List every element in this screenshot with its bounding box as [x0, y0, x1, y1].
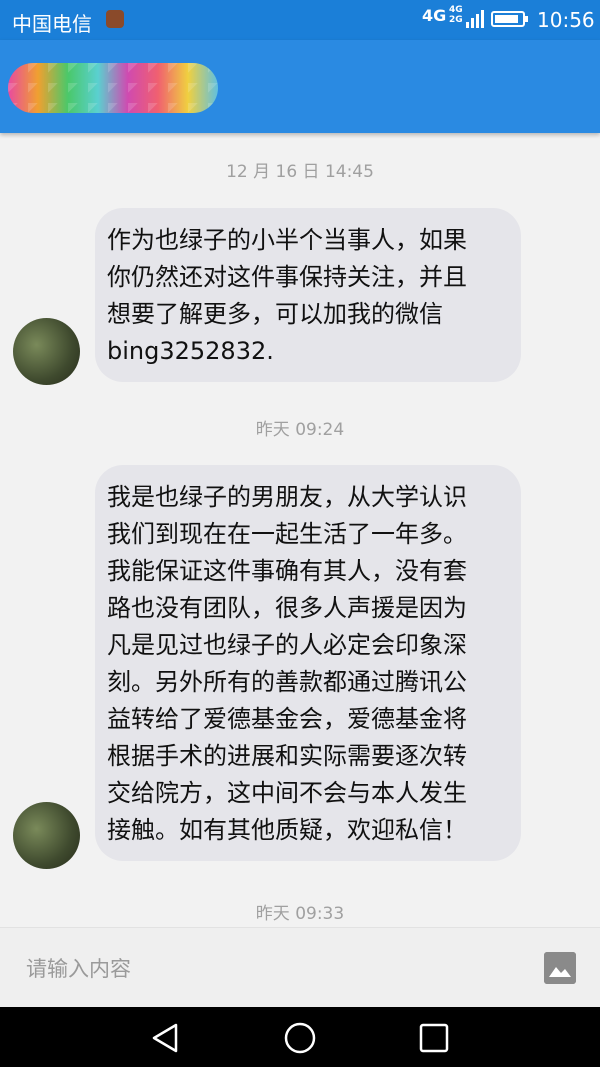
message-line: 我能保证这件事确有其人，没有套	[107, 557, 467, 585]
message-bubble[interactable]: 作为也绿子的小半个当事人，如果 你仍然还对这件事保持关注，并且 想要了解更多，可…	[95, 208, 521, 382]
message-line: 接触。如有其他质疑，欢迎私信！	[107, 816, 467, 844]
image-icon[interactable]	[544, 952, 576, 984]
message-line: 益转给了爱德基金会，爱德基金将	[107, 705, 467, 733]
compose-bar	[0, 927, 600, 1008]
chat-thread[interactable]: 12 月 16 日 14:45 作为也绿子的小半个当事人，如果 你仍然还对这件事…	[0, 133, 600, 927]
message-timestamp: 12 月 16 日 14:45	[226, 162, 374, 182]
sender-avatar[interactable]	[13, 802, 80, 869]
message-line: 我们到现在在一起生活了一年多。	[107, 520, 467, 548]
network-type-secondary-2: 2G	[449, 15, 463, 25]
message-timestamp: 昨天 09:33	[255, 904, 345, 924]
network-type: 4G	[422, 6, 447, 25]
clock: 10:56	[537, 8, 595, 32]
sender-avatar[interactable]	[13, 318, 80, 385]
message-line: 想要了解更多，可以加我的微信	[107, 300, 443, 328]
message-bubble[interactable]: 我是也绿子的男朋友，从大学认识 我们到现在在一起生活了一年多。 我能保证这件事确…	[95, 465, 521, 861]
message-line: 凡是见过也绿子的人必定会印象深	[107, 631, 467, 659]
network-type-secondary-1: 4G	[449, 5, 463, 15]
message-line: 我是也绿子的男朋友，从大学认识	[107, 483, 467, 511]
message-line: 作为也绿子的小半个当事人，如果	[107, 226, 467, 254]
signal-icon	[466, 10, 484, 28]
navigation-bar	[0, 1007, 600, 1067]
recents-icon[interactable]	[417, 1021, 451, 1055]
message-line: 刻。另外所有的善款都通过腾讯公	[107, 668, 467, 696]
app-bar	[0, 40, 600, 133]
message-input[interactable]	[26, 954, 506, 984]
home-icon[interactable]	[283, 1021, 317, 1055]
message-line: bing3252832.	[107, 337, 274, 365]
message-line: 路也没有团队，很多人声援是因为	[107, 594, 467, 622]
message-line: 你仍然还对这件事保持关注，并且	[107, 263, 467, 291]
network-type-secondary: 4G 2G	[449, 5, 463, 25]
obscured-contact-name	[8, 63, 218, 113]
status-bar: 中国电信 4G 4G 2G 10:56	[0, 0, 600, 40]
notification-icon	[106, 10, 124, 28]
battery-level	[495, 15, 518, 23]
message-timestamp: 昨天 09:24	[255, 420, 345, 440]
back-icon[interactable]	[148, 1021, 182, 1055]
message-line: 交给院方，这中间不会与本人发生	[107, 779, 467, 807]
carrier-name: 中国电信	[12, 12, 92, 36]
message-line: 根据手术的进展和实际需要逐次转	[107, 742, 467, 770]
battery-icon	[491, 11, 528, 27]
